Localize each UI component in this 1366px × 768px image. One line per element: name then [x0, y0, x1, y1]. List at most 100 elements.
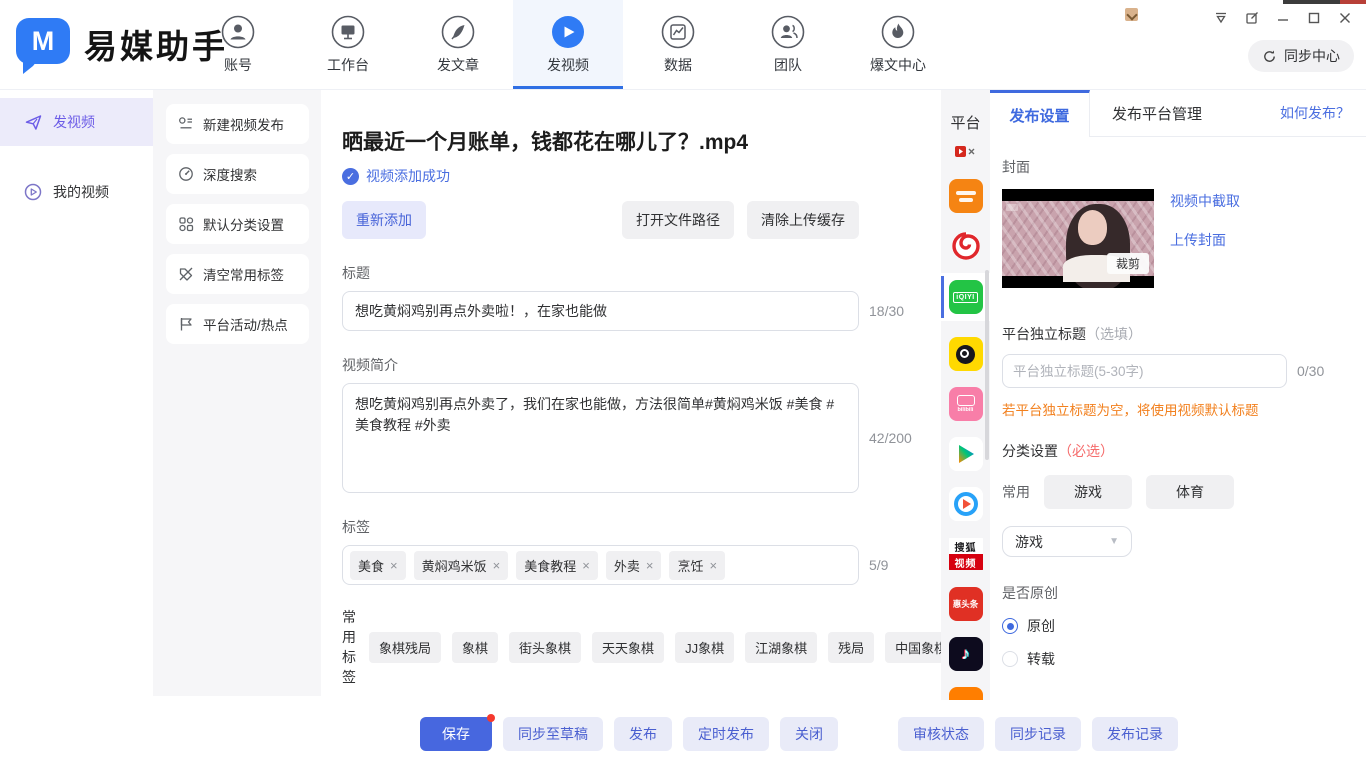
sync-icon — [1262, 49, 1277, 64]
platform-douyin-icon[interactable]: ♪ — [949, 637, 983, 671]
category-game-button[interactable]: 游戏 — [1044, 475, 1132, 509]
radio-original-control[interactable] — [1002, 618, 1018, 634]
description-textarea[interactable]: 想吃黄焖鸡别再点外卖了，我们在家也能做，方法很简单#黄焖鸡米饭 #美食 #美食教… — [342, 383, 859, 493]
platform-rail-scrollbar[interactable] — [985, 270, 989, 460]
minimize-button[interactable] — [1274, 9, 1292, 27]
tag-remove-icon[interactable]: × — [582, 558, 590, 573]
common-tag-chip[interactable]: 天天象棋 — [592, 632, 664, 663]
tags-field-row: 美食× 黄焖鸡米饭× 美食教程× 外卖× 烹饪× 5/9 — [342, 545, 941, 585]
chevron-down-icon: ▼ — [1109, 536, 1119, 547]
iqiyi-logo-text: iQIYI — [953, 292, 977, 303]
category-settings-label-row: 分类设置（必选） — [1002, 441, 1354, 461]
platform-kuaishou-icon[interactable] — [949, 687, 983, 700]
app-window: M 易媒助手 账号 工作台 发文章 发视频 数据 — [0, 0, 1366, 768]
platform-youku-icon[interactable] — [949, 487, 983, 521]
feedback-button[interactable] — [1243, 9, 1261, 27]
common-tag-chip[interactable]: 残局 — [828, 632, 874, 663]
publish-log-button[interactable]: 发布记录 — [1092, 717, 1178, 751]
open-file-path-button[interactable]: 打开文件路径 — [622, 201, 734, 239]
tag-remove-icon[interactable]: × — [493, 558, 501, 573]
minimize-icon — [1275, 10, 1291, 26]
new-video-publish-button[interactable]: 新建视频发布 — [166, 104, 309, 144]
re-add-button[interactable]: 重新添加 — [342, 201, 426, 239]
sync-log-button[interactable]: 同步记录 — [995, 717, 1081, 751]
default-category-settings-label: 默认分类设置 — [203, 214, 284, 234]
radio-repost-control[interactable] — [1002, 651, 1018, 667]
cover-thumbnail: 裁剪 — [1002, 189, 1154, 288]
category-select[interactable]: 游戏 ▼ — [1002, 526, 1132, 557]
platform-yellow-disc-icon[interactable] — [949, 337, 983, 371]
tag-remove-icon[interactable]: × — [646, 558, 654, 573]
topnav-workbench[interactable]: 工作台 — [293, 0, 403, 89]
maximize-button[interactable] — [1305, 9, 1323, 27]
schedule-publish-button[interactable]: 定时发布 — [683, 717, 769, 751]
tag-remove-icon[interactable]: × — [390, 558, 398, 573]
common-tag-chip[interactable]: 江湖象棋 — [745, 632, 817, 663]
radio-repost-label: 转载 — [1027, 649, 1055, 669]
tag-remove-icon[interactable]: × — [709, 558, 717, 573]
sidebar-item-publish-video[interactable]: 发视频 — [0, 98, 153, 146]
topnav-team[interactable]: 团队 — [733, 0, 843, 89]
tray-plugin-icon[interactable] — [1125, 8, 1138, 21]
close-editor-button[interactable]: 关闭 — [780, 717, 838, 751]
independent-title-input[interactable] — [1002, 354, 1287, 388]
common-tag-chip[interactable]: 街头象棋 — [509, 632, 581, 663]
video-actions-column: 新建视频发布 深度搜索 默认分类设置 清空常用标签 平台活动/热点 — [153, 90, 321, 696]
sync-to-draft-button[interactable]: 同步至草稿 — [503, 717, 603, 751]
crop-cover-button[interactable]: 裁剪 — [1107, 253, 1149, 274]
publish-button[interactable]: 发布 — [614, 717, 672, 751]
deep-search-icon — [178, 166, 194, 182]
platform-selected-wrapper: iQIYI — [941, 273, 990, 321]
common-tag-chip[interactable]: 象棋残局 — [369, 632, 441, 663]
cover-links: 视频中截取 上传封面 — [1170, 189, 1240, 288]
radio-repost[interactable]: 转载 — [1002, 649, 1354, 669]
topnav-hot-center[interactable]: 爆文中心 — [843, 0, 953, 89]
topnav-account[interactable]: 账号 — [183, 0, 293, 89]
default-category-settings-button[interactable]: 默认分类设置 — [166, 204, 309, 244]
review-status-button[interactable]: 审核状态 — [898, 717, 984, 751]
app-logo-icon: M — [16, 18, 70, 70]
save-button[interactable]: 保存 — [420, 717, 492, 751]
platform-activity-button[interactable]: 平台活动/热点 — [166, 304, 309, 344]
category-required-label: （必选） — [1058, 443, 1114, 459]
tag-chip[interactable]: 美食× — [350, 551, 406, 580]
radio-original[interactable]: 原创 — [1002, 616, 1354, 636]
topnav-publish-article[interactable]: 发文章 — [403, 0, 513, 89]
topnav-publish-video[interactable]: 发视频 — [513, 0, 623, 89]
close-button[interactable] — [1336, 9, 1354, 27]
platform-iqiyi-icon[interactable]: iQIYI — [949, 280, 983, 314]
tag-chip-label: 黄焖鸡米饭 — [422, 556, 487, 575]
mini-platform-badge-icon[interactable] — [955, 145, 977, 163]
clear-upload-cache-button[interactable]: 清除上传缓存 — [747, 201, 859, 239]
common-tag-chip[interactable]: JJ象棋 — [675, 632, 734, 663]
capture-from-video-link[interactable]: 视频中截取 — [1170, 191, 1240, 211]
common-tags-row: 常用标签 象棋残局 象棋 街头象棋 天天象棋 JJ象棋 江湖象棋 残局 中国象棋 — [342, 607, 941, 687]
article-feather-icon — [441, 15, 475, 49]
hide-window-button[interactable] — [1212, 9, 1230, 27]
tag-chip[interactable]: 烹饪× — [669, 551, 725, 580]
common-tag-chip[interactable]: 象棋 — [452, 632, 498, 663]
tab-publish-settings[interactable]: 发布设置 — [990, 90, 1090, 137]
platform-tencent-video-icon[interactable] — [949, 437, 983, 471]
tag-chip[interactable]: 美食教程× — [516, 551, 598, 580]
platform-bilibili-icon[interactable]: bilibili — [949, 387, 983, 421]
tags-input[interactable]: 美食× 黄焖鸡米饭 × 美食教程× 外卖× 烹饪× — [342, 545, 859, 585]
category-sports-button[interactable]: 体育 — [1146, 475, 1234, 509]
clear-common-tags-button[interactable]: 清空常用标签 — [166, 254, 309, 294]
title-char-count: 18/30 — [869, 303, 904, 319]
tab-platform-management[interactable]: 发布平台管理 — [1090, 90, 1224, 136]
sidebar-item-my-videos[interactable]: 我的视频 — [0, 168, 153, 216]
platform-orange-media-icon[interactable] — [949, 179, 983, 213]
platform-ifeng-icon[interactable] — [949, 229, 983, 263]
platform-sohu-video-icon[interactable]: 搜狐 视频 — [949, 537, 983, 571]
deep-search-button[interactable]: 深度搜索 — [166, 154, 309, 194]
platform-huitoutiao-icon[interactable]: 惠头条 — [949, 587, 983, 621]
topnav-data[interactable]: 数据 — [623, 0, 733, 89]
save-button-label: 保存 — [442, 726, 470, 742]
tag-chip[interactable]: 黄焖鸡米饭 × — [414, 551, 509, 580]
title-input[interactable] — [342, 291, 859, 331]
how-to-publish-link[interactable]: 如何发布？ — [1280, 103, 1350, 123]
tag-chip[interactable]: 外卖× — [606, 551, 662, 580]
sync-center-button[interactable]: 同步中心 — [1248, 40, 1354, 72]
upload-cover-link[interactable]: 上传封面 — [1170, 230, 1240, 250]
